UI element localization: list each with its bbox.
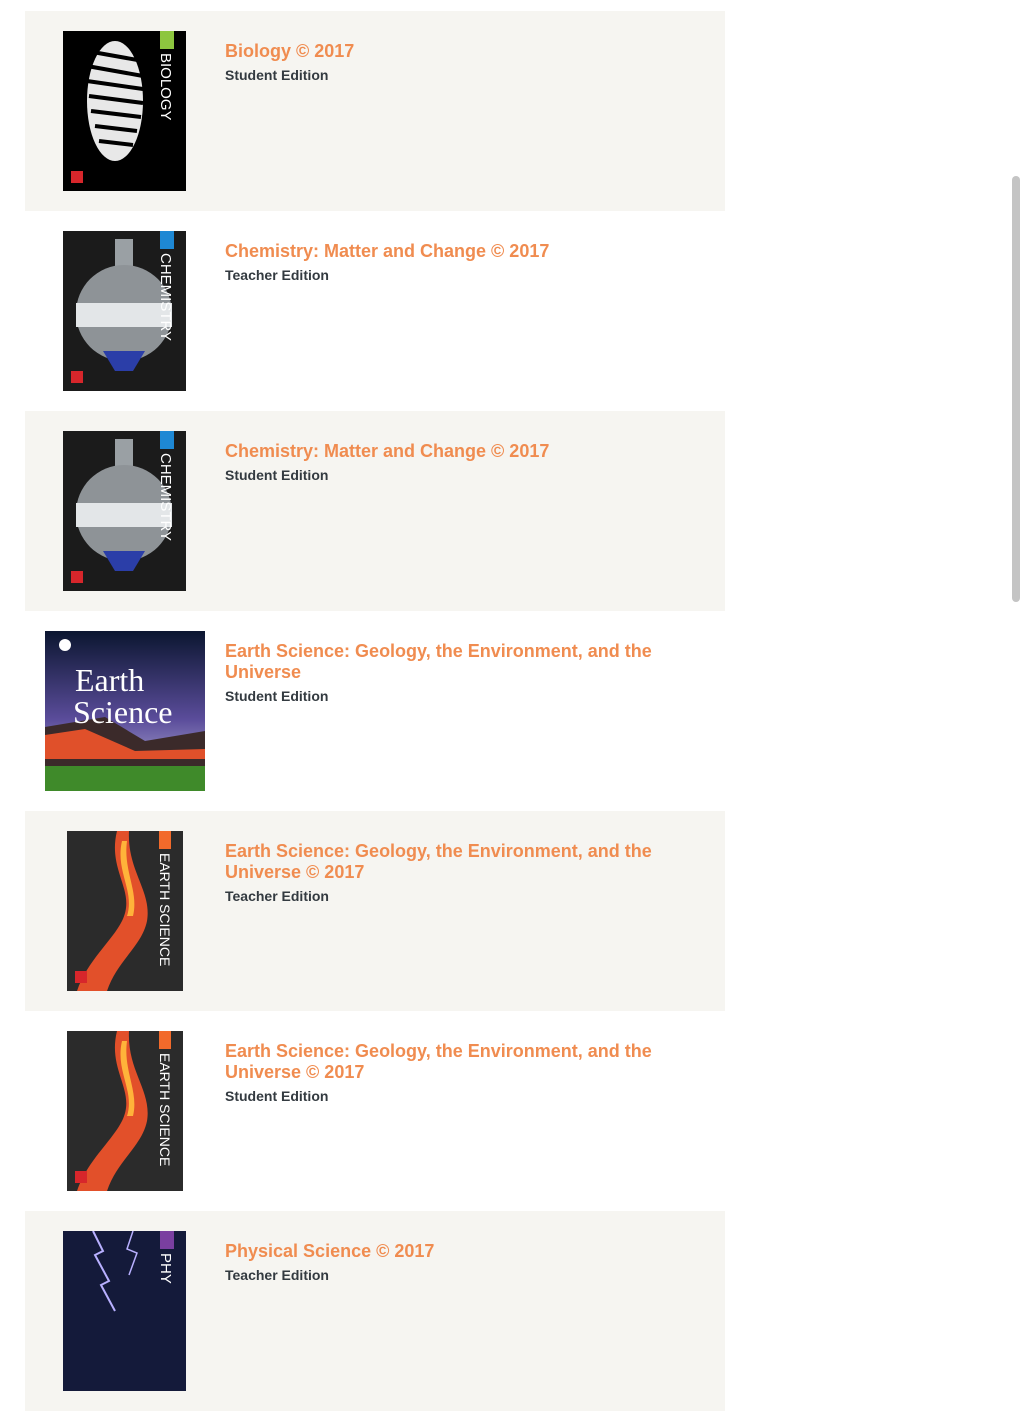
- product-title-link[interactable]: Chemistry: Matter and Change © 2017: [225, 241, 685, 262]
- cover-label: CHEMISTRY: [157, 253, 174, 341]
- flask-cover-icon[interactable]: CHEMISTRY: [63, 431, 186, 591]
- product-title-link[interactable]: Earth Science: Geology, the Environment,…: [225, 1041, 685, 1083]
- product-item-earth-science-se-2017[interactable]: EARTH SCIENCE Earth Science: Geology, th…: [25, 1011, 725, 1211]
- lightning-cover-icon[interactable]: PHY: [63, 1231, 186, 1391]
- product-title-link[interactable]: Biology © 2017: [225, 41, 685, 62]
- product-list: BIOLOGY Biology © 2017 Student Edition C…: [25, 11, 725, 1411]
- product-title-link[interactable]: Chemistry: Matter and Change © 2017: [225, 441, 685, 462]
- lava-cover-icon[interactable]: EARTH SCIENCE: [67, 831, 183, 991]
- product-text: Chemistry: Matter and Change © 2017 Stud…: [225, 441, 685, 484]
- cover-wrap: CHEMISTRY: [25, 431, 225, 591]
- cover-label: EARTH SCIENCE: [157, 1053, 173, 1166]
- cover-wrap: Earth Science: [25, 631, 225, 791]
- cover-label: BIOLOGY: [157, 53, 174, 121]
- product-edition: Student Edition: [225, 467, 329, 483]
- lava-cover-icon[interactable]: EARTH SCIENCE: [67, 1031, 183, 1191]
- volcano-cover-icon[interactable]: Earth Science: [45, 631, 205, 791]
- product-text: Earth Science: Geology, the Environment,…: [225, 641, 685, 705]
- cover-wrap: EARTH SCIENCE: [25, 831, 225, 991]
- cover-label: CHEMISTRY: [157, 453, 174, 541]
- cover-label-line2: Science: [73, 694, 173, 730]
- product-text: Earth Science: Geology, the Environment,…: [225, 841, 685, 905]
- product-edition: Student Edition: [225, 67, 329, 83]
- product-edition: Teacher Edition: [225, 888, 329, 904]
- product-item-chemistry-te[interactable]: CHEMISTRY Chemistry: Matter and Change ©…: [25, 211, 725, 411]
- cover-label: EARTH SCIENCE: [157, 853, 173, 966]
- cover-label-line1: Earth: [75, 662, 144, 698]
- cover-label: PHY: [157, 1253, 174, 1284]
- product-title-link[interactable]: Earth Science: Geology, the Environment,…: [225, 641, 685, 683]
- product-edition: Student Edition: [225, 1088, 329, 1104]
- product-text: Chemistry: Matter and Change © 2017 Teac…: [225, 241, 685, 284]
- product-item-chemistry-se[interactable]: CHEMISTRY Chemistry: Matter and Change ©…: [25, 411, 725, 611]
- product-text: Earth Science: Geology, the Environment,…: [225, 1041, 685, 1105]
- product-item-physical-science-te[interactable]: PHY Physical Science © 2017 Teacher Edit…: [25, 1211, 725, 1411]
- zebra-cover-icon[interactable]: BIOLOGY: [63, 31, 186, 191]
- product-edition: Teacher Edition: [225, 1267, 329, 1283]
- product-item-earth-science-te[interactable]: EARTH SCIENCE Earth Science: Geology, th…: [25, 811, 725, 1011]
- cover-wrap: EARTH SCIENCE: [25, 1031, 225, 1191]
- product-title-link[interactable]: Physical Science © 2017: [225, 1241, 685, 1262]
- product-item-biology-se[interactable]: BIOLOGY Biology © 2017 Student Edition: [25, 11, 725, 211]
- product-edition: Teacher Edition: [225, 267, 329, 283]
- page-scrollbar[interactable]: [1008, 0, 1024, 1280]
- product-text: Physical Science © 2017 Teacher Edition: [225, 1241, 685, 1284]
- cover-wrap: PHY: [25, 1231, 225, 1391]
- cover-wrap: BIOLOGY: [25, 31, 225, 191]
- cover-wrap: CHEMISTRY: [25, 231, 225, 391]
- scrollbar-thumb[interactable]: [1012, 176, 1020, 602]
- product-edition: Student Edition: [225, 688, 329, 704]
- product-text: Biology © 2017 Student Edition: [225, 41, 685, 84]
- product-title-link[interactable]: Earth Science: Geology, the Environment,…: [225, 841, 685, 883]
- flask-cover-icon[interactable]: CHEMISTRY: [63, 231, 186, 391]
- product-item-earth-science-se[interactable]: Earth Science Earth Science: Geology, th…: [25, 611, 725, 811]
